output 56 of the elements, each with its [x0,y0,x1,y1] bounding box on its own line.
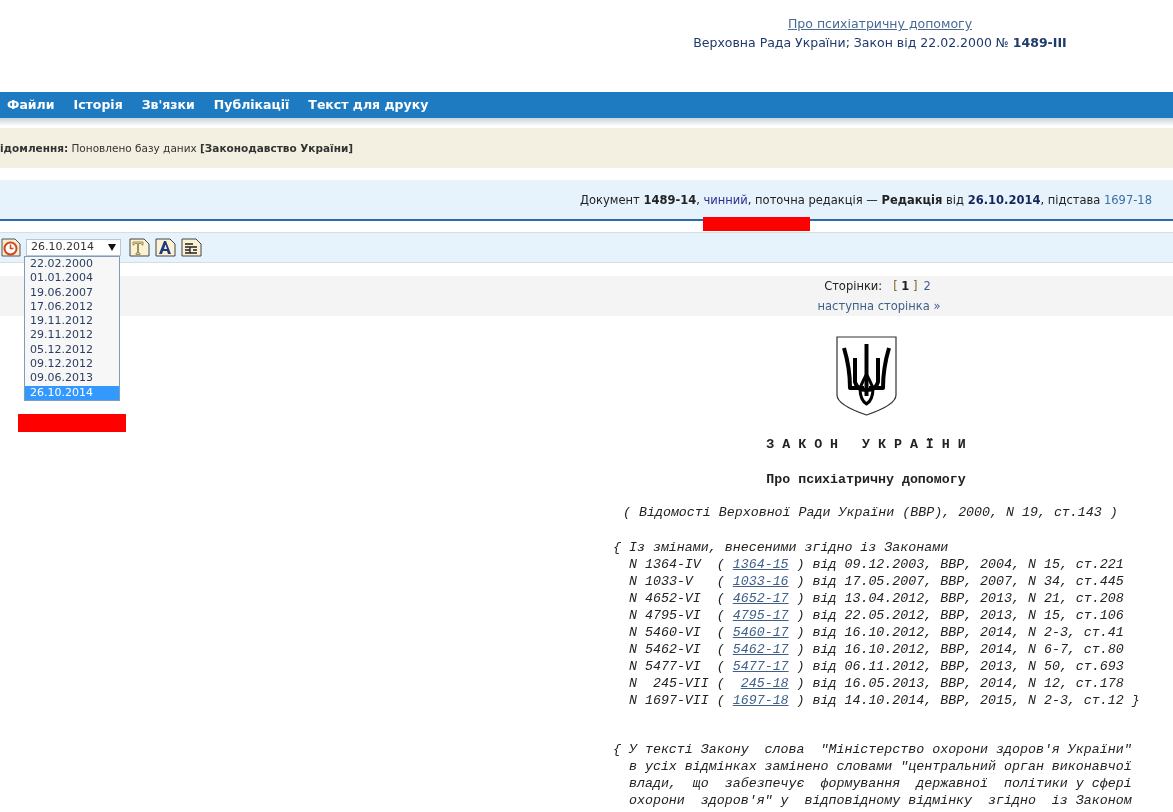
amendment-line: N 4795-VI ( 4795-17 ) від 22.05.2012, ВВР, 2013, N 15, ст.106 [628,607,1125,624]
status-link[interactable]: чинний [703,193,748,207]
date-option[interactable]: 09.06.2013 [25,371,119,386]
date-option[interactable]: 09.12.2012 [25,357,119,372]
basis-link[interactable]: 1697-18 [1103,193,1152,207]
law-title: Про психіатричну допомогу [765,471,967,488]
text-format-icon[interactable] [129,238,150,257]
amendment-link[interactable]: 1697-18 [732,693,789,708]
clock-page-icon[interactable] [1,238,21,257]
font-letter-icon[interactable] [155,238,176,257]
law-heading: З А К О Н У К Р А Ї Н И [765,436,967,453]
date-option[interactable]: 19.06.2007 [25,285,119,300]
date-option[interactable]: 29.11.2012 [25,328,119,343]
notice-bar: ідомлення: Поновлено базу даних [Законодавство України] [0,128,1173,168]
page-link[interactable]: 2 [920,276,934,296]
date-option[interactable]: 01.01.2004 [25,271,119,286]
amendment-link[interactable]: 4652-17 [732,591,789,606]
nav-link[interactable]: Текст для друку [308,92,429,118]
next-page-link[interactable]: наступна сторінка » [817,299,941,313]
amendment-link[interactable]: 1364-15 [732,557,789,572]
nav-link[interactable]: Історія [73,92,123,118]
amendment-line: N 1033-V ( 1033-16 ) від 17.05.2007, ВВР, 2007, N 34, ст.445 [628,573,1125,590]
law-title-link[interactable]: Про психіатричну допомогу [787,16,973,31]
amendment-link[interactable]: 5460-17 [732,625,789,640]
note-line: { У тексті Закону слова "Міністерство охорони здоров'я України" [613,741,1133,758]
amendment-link[interactable]: 1033-16 [732,574,789,589]
note-line: в усіх відмінках замінено словами "центральний орган виконавчої [627,758,1133,775]
print-layout-icon[interactable] [181,238,202,257]
date-option[interactable]: 17.06.2012 [25,299,119,315]
date-option[interactable]: 05.12.2012 [25,342,119,358]
date-option[interactable]: 22.02.2000 [25,257,119,272]
date-option[interactable]: 19.11.2012 [25,314,119,329]
amendments-intro: { Із змінами, внесеними згідно із Законами [613,539,950,556]
note-line: влади, що забезпечує формування державної політики у сфері [627,775,1133,792]
nav-link[interactable]: Файли [7,92,55,118]
amendment-line: N 5477-VI ( 5477-17 ) від 06.11.2012, ВВР, 2013, N 50, ст.693 [628,658,1125,675]
amendment-line: N 5460-VI ( 5460-17 ) від 16.10.2012, ВВР, 2014, N 2-3, ст.41 [628,624,1125,641]
amendment-line: N 1364-IV ( 1364-15 ) від 09.12.2003, ВВР, 2004, N 15, ст.221 [628,556,1125,573]
amendment-line: N 4652-VI ( 4652-17 ) від 13.04.2012, ВВР, 2013, N 21, ст.208 [628,590,1125,607]
amendment-link[interactable]: 245-18 [740,676,789,691]
pages-label: Сторінки: [824,279,883,293]
source-reference: ( Відомості Верховної Ради України (ВВР), 2000, N 19, ст.143 ) [623,504,1119,521]
document-status: Документ 1489-14, чинний, поточна редакція — Редакція від 26.10.2014, підстава 1697-18 [580,193,1152,207]
amendment-link[interactable]: 5477-17 [732,659,789,674]
current-page: [ 1 ] [892,278,919,295]
amendment-line: N 245-VII ( 245-18 ) від 16.05.2013, ВВР, 2014, N 12, ст.178 [628,675,1125,692]
date-select[interactable]: 26.10.2014 [26,239,121,256]
amendment-line: N 5462-VI ( 5462-17 ) від 16.10.2012, ВВР, 2014, N 6-7, ст.80 [628,641,1125,658]
nav-link[interactable]: Зв'язки [141,92,195,118]
nav-link[interactable]: Публікації [213,92,290,118]
law-subtitle: Верховна Рада України; Закон від 22.02.2000 № 1489-III [693,35,1067,50]
amendment-link[interactable]: 4795-17 [732,608,789,623]
note-line: охорони здоров'я" у відповідному відмінку згідно із Законом [627,792,1133,809]
caret-icon [108,244,116,251]
amendment-link[interactable]: 5462-17 [732,642,789,657]
amendment-line: N 1697-VII ( 1697-18 ) від 14.10.2014, ВВР, 2015, N 2-3, ст.12 } [628,692,1141,709]
